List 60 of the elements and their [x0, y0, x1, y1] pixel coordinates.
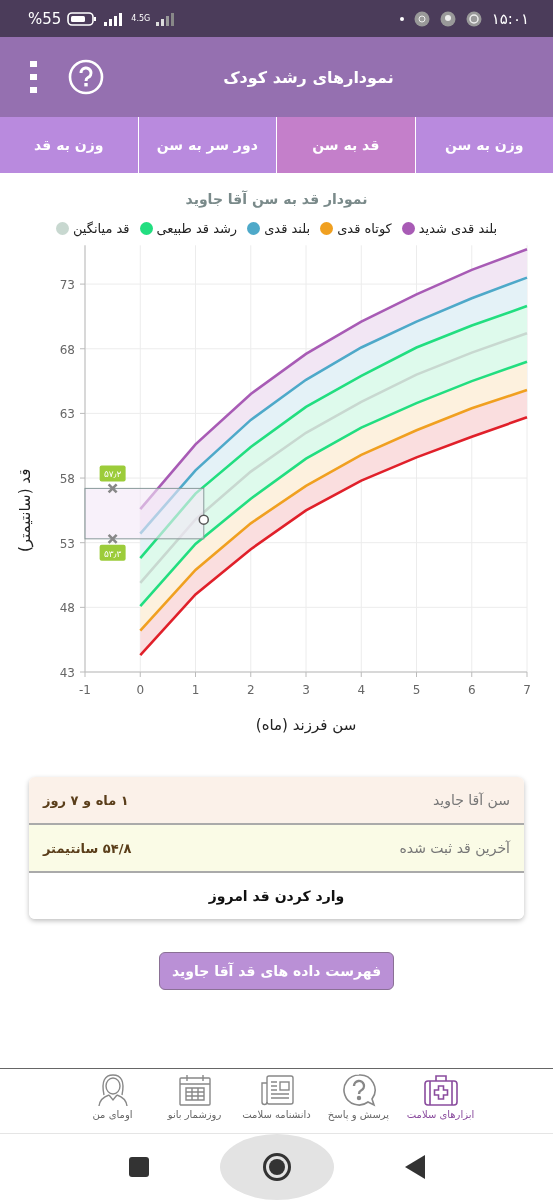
y-tick-label: 53 [59, 536, 75, 551]
signal-icon [156, 11, 175, 26]
x-tick-label: 7 [523, 683, 531, 697]
newspaper-icon [258, 1073, 295, 1107]
x-tick-label: 4 [357, 683, 366, 697]
chart-title: نمودار قد به سن آقا جاوید [184, 191, 369, 207]
clock: ۱۵:۰۱ [491, 9, 529, 28]
legend-label: بلند قدی [264, 221, 311, 236]
y-tick-label: 73 [59, 278, 75, 293]
y-axis-title: قد (سانتیمتر) [16, 468, 34, 553]
legend-label: رشد قد طبیعی [156, 221, 238, 236]
more-menu-icon[interactable] [30, 61, 38, 93]
cross-marker [107, 483, 118, 494]
recents-button-icon[interactable] [127, 1156, 150, 1178]
value-tag [99, 544, 126, 561]
nav-item[interactable]: ابزارهای سلامت [399, 1069, 482, 1133]
y-tick-label: 58 [59, 472, 75, 487]
measurement-point [198, 514, 210, 525]
y-tick-label: 48 [59, 601, 75, 616]
x-tick-label: 1 [191, 683, 200, 697]
info-value: ۱ ماه و ۷ روز [43, 792, 129, 808]
calendar-icon [176, 1073, 213, 1107]
nav-item[interactable]: دانشنامه سلامت [235, 1069, 318, 1133]
x-tick-label: -1 [79, 683, 91, 697]
y-tick-label: 68 [59, 342, 75, 357]
nav-item[interactable]: پرسش و پاسخ [317, 1069, 400, 1133]
legend-label: کوتاه قدی [337, 221, 392, 236]
battery-percent: %55 [28, 9, 62, 28]
value-tag [99, 465, 126, 482]
value-tag-label: ۵۷٫۲ [103, 469, 122, 480]
network-label: 4.5G [131, 14, 151, 23]
enter-height-button[interactable]: وارد کردن قد امروز [29, 873, 524, 919]
page-title: نمودارهای رشد کودک [222, 67, 395, 87]
x-tick-label: 6 [467, 683, 476, 697]
home-button-icon[interactable] [261, 1152, 292, 1182]
app-icon [439, 10, 456, 27]
value-tag-label: ۵۳٫۳ [103, 548, 122, 559]
nav-item[interactable]: اومای من [71, 1069, 154, 1133]
x-axis-title: سن فرزند (ماه) [255, 716, 357, 734]
notification-dot-icon [399, 16, 404, 21]
help-icon[interactable] [68, 59, 104, 95]
medical-kit-icon [422, 1073, 459, 1107]
app-icon [413, 10, 430, 27]
info-value: ۵۴/۸ سانتیمتر [43, 840, 132, 856]
legend-label: بلند قدی شدید [418, 221, 498, 236]
legend-label: قد میانگین [72, 221, 130, 236]
nav-item[interactable]: روزشمار بانو [153, 1069, 236, 1133]
y-tick-label: 63 [59, 407, 75, 422]
question-bubble-icon [340, 1073, 377, 1107]
x-tick-label: 3 [302, 683, 310, 697]
y-tick-label: 43 [59, 666, 75, 680]
x-tick-label: 5 [412, 683, 421, 697]
info-label: آخرین قد ثبت شده [399, 840, 510, 856]
x-tick-label: 2 [246, 683, 255, 697]
cross-marker [107, 533, 118, 545]
back-button-icon[interactable] [403, 1154, 426, 1180]
battery-icon [67, 11, 98, 26]
app-icon [465, 10, 482, 27]
info-label: سن آقا جاوید [432, 792, 510, 808]
x-tick-label: 0 [136, 683, 145, 697]
